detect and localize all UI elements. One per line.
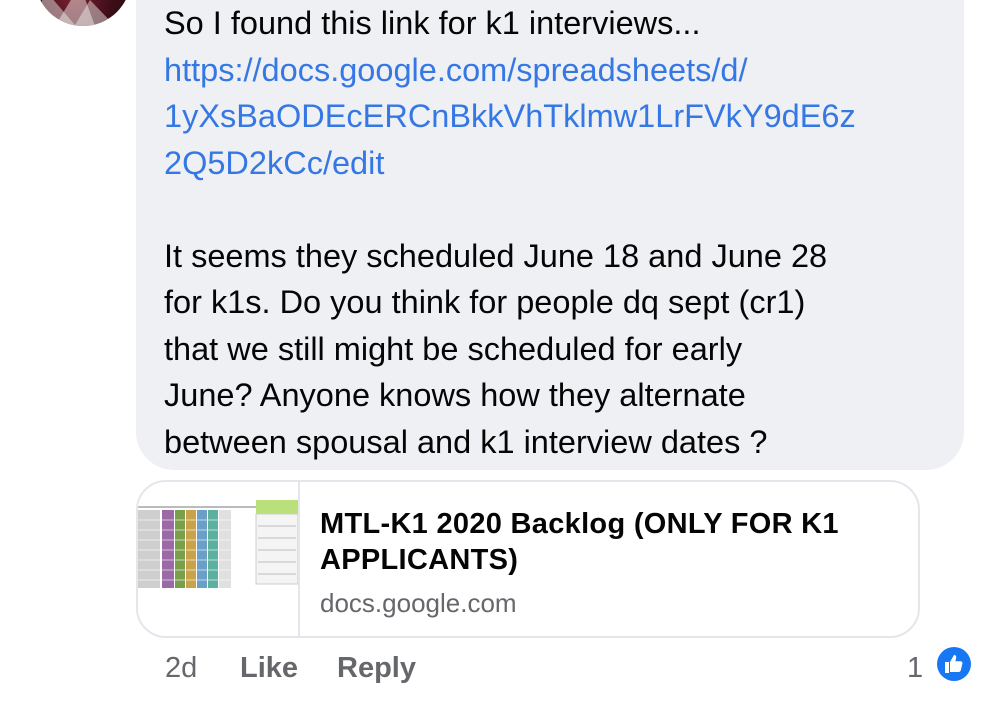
comment-line: June? Anyone knows how they alternate bbox=[164, 377, 746, 413]
avatar[interactable] bbox=[35, 0, 131, 26]
link-preview-card[interactable]: MTL-K1 2020 Backlog (ONLY FOR K1 APPLICA… bbox=[136, 480, 920, 638]
thumbs-up-icon[interactable] bbox=[934, 644, 974, 684]
comment-actions: 2d Like Reply 1 bbox=[0, 645, 1000, 692]
reply-button[interactable]: Reply bbox=[337, 652, 416, 685]
comment-line: for k1s. Do you think for people dq sept… bbox=[164, 284, 806, 320]
paragraph-break bbox=[164, 186, 954, 233]
comment-line: It seems they scheduled June 18 and June… bbox=[164, 237, 828, 274]
comment-link[interactable]: 2Q5D2kCc/edit bbox=[164, 140, 954, 187]
comment-link[interactable]: 1yXsBaODEcERCnBkkVhTklmw1LrFVkY9dE6z bbox=[164, 93, 954, 140]
comment-line: that we still might be scheduled for ear… bbox=[164, 330, 743, 367]
comment-line: between spousal and k1 interview dates ? bbox=[164, 423, 768, 460]
comment-timestamp[interactable]: 2d bbox=[165, 652, 197, 685]
comment-text: So I found this link for k1 interviews..… bbox=[164, 0, 954, 465]
link-preview-title[interactable]: MTL-K1 2020 Backlog (ONLY FOR K1 APPLICA… bbox=[320, 506, 910, 578]
comment-link[interactable]: https://docs.google.com/spreadsheets/d/ bbox=[164, 47, 954, 94]
like-button[interactable]: Like bbox=[240, 652, 298, 685]
spreadsheet-thumbnail bbox=[138, 482, 300, 636]
comment-line: So I found this link for k1 interviews..… bbox=[164, 5, 701, 41]
link-preview-domain: docs.google.com bbox=[320, 588, 517, 618]
reaction-count[interactable]: 1 bbox=[907, 652, 923, 685]
